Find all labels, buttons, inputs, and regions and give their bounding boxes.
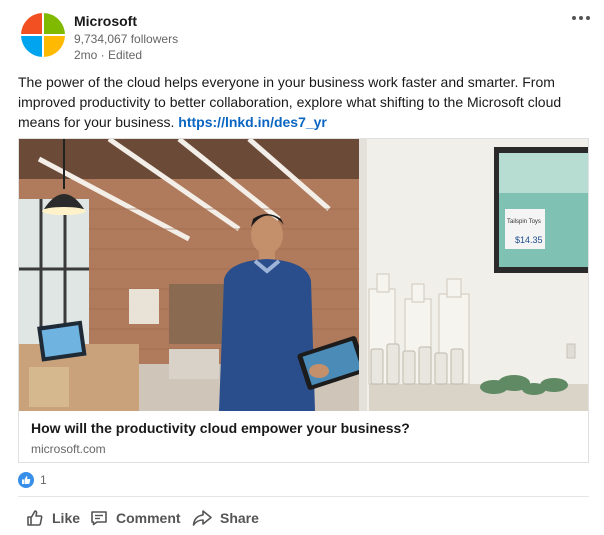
preview-caption[interactable]: How will the productivity cloud empower …	[19, 411, 588, 462]
company-logo-avatar[interactable]	[19, 11, 67, 57]
feed-post-card: Microsoft 9,734,067 followers 2mo · Edit…	[0, 0, 604, 535]
comment-label: Comment	[116, 510, 181, 526]
more-options-button[interactable]	[568, 8, 594, 28]
like-label: Like	[52, 510, 81, 526]
like-button[interactable]: Like	[26, 505, 80, 531]
thumbs-up-icon	[27, 510, 43, 526]
share-label: Share	[220, 510, 259, 526]
follower-count: 9,734,067 followers	[74, 32, 179, 46]
author-name[interactable]: Microsoft	[74, 13, 137, 29]
share-arrow-icon	[192, 510, 212, 526]
preview-domain: microsoft.com	[31, 442, 106, 456]
tv-screen-text: Tailspin Toys	[507, 219, 541, 225]
reaction-count: 1	[40, 473, 47, 487]
comment-icon	[91, 511, 107, 526]
link-preview-card[interactable]: Tailspin Toys $14.35 How will the produc…	[18, 138, 589, 463]
post-shortlink[interactable]: https://lnkd.in/des7_yr	[178, 114, 327, 130]
preview-title[interactable]: How will the productivity cloud empower …	[31, 420, 410, 436]
reactions-summary[interactable]: 1	[18, 471, 47, 489]
preview-image[interactable]: Tailspin Toys $14.35	[19, 139, 588, 411]
action-divider	[18, 496, 589, 497]
microsoft-logo-icon	[21, 13, 65, 57]
post-body-text: The power of the cloud helps everyone in…	[18, 72, 588, 132]
like-reaction-icon	[18, 472, 34, 488]
share-button[interactable]: Share	[192, 505, 259, 531]
post-timestamp: 2mo · Edited	[74, 48, 143, 62]
tv-screen-price: $14.35	[515, 235, 543, 245]
comment-button[interactable]: Comment	[90, 505, 181, 531]
more-horizontal-icon	[572, 16, 576, 20]
